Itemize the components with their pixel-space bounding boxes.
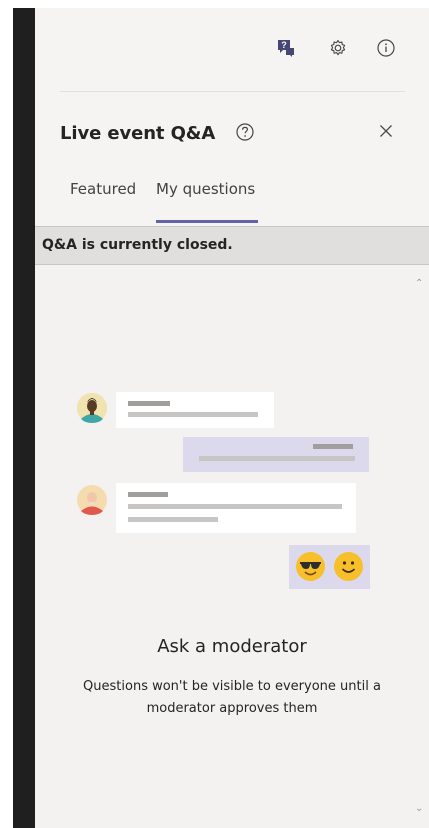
empty-state-description-line-1: Questions won't be visible to everyone u… (83, 679, 381, 694)
emoji-reaction-bubble (289, 545, 370, 589)
panel-header: ? Live event Q&A Featured My questions (35, 8, 429, 226)
avatar-woman-icon (77, 393, 107, 423)
qa-icon[interactable]: ? (274, 36, 298, 60)
chat-bubble-incoming-2 (116, 483, 356, 533)
active-tab-indicator (156, 220, 258, 223)
scrollbar[interactable] (411, 278, 429, 828)
tab-my-questions[interactable]: My questions (156, 180, 255, 198)
left-margin (0, 0, 13, 828)
header-toolbar: ? (35, 36, 429, 60)
empty-state-description-line-2: moderator approves them (146, 701, 318, 716)
info-icon[interactable] (374, 36, 398, 60)
avatar-man-icon (77, 485, 107, 515)
scroll-down-icon[interactable]: ⌄ (415, 803, 423, 814)
sunglasses-emoji-icon (296, 552, 325, 581)
gear-icon[interactable] (326, 36, 350, 60)
chat-bubble-incoming (116, 392, 274, 428)
app-rail (13, 8, 35, 828)
close-icon[interactable] (374, 119, 398, 143)
empty-state-heading: Ask a moderator (157, 636, 307, 657)
status-banner: Q&A is currently closed. (35, 226, 429, 265)
chat-bubble-outgoing (183, 437, 369, 472)
status-banner-text: Q&A is currently closed. (42, 237, 233, 253)
smile-emoji-icon (334, 552, 363, 581)
header-divider (60, 91, 405, 92)
qa-panel: ? Live event Q&A Featured My questions Q… (35, 8, 429, 828)
scroll-up-icon[interactable]: ⌃ (415, 278, 423, 289)
help-icon[interactable] (233, 120, 257, 144)
panel-title: Live event Q&A (60, 123, 216, 144)
svg-text:?: ? (281, 40, 287, 50)
tab-featured[interactable]: Featured (70, 180, 136, 198)
empty-state-description: Questions won't be visible to everyone u… (35, 676, 429, 720)
